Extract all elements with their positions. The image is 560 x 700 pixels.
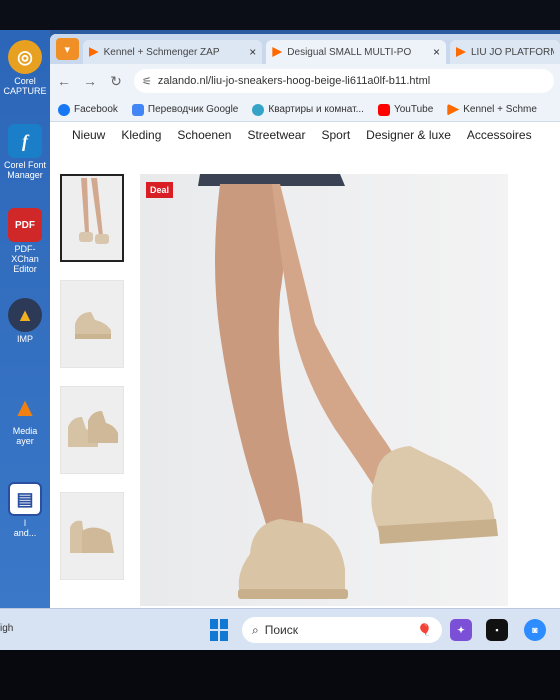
model-sneakers-image (198, 174, 498, 599)
tray-text-fragment: igh (0, 623, 14, 634)
desktop-icon-label: PDF-XChan Editor (11, 244, 39, 274)
reload-icon[interactable]: ↻ (108, 73, 124, 90)
vlc-icon: ▲ (12, 391, 38, 422)
desktop-icon-label: IMP (16, 334, 33, 344)
taskbar-search[interactable]: ⌕ Поиск 🎈 (242, 617, 442, 643)
deal-badge: Deal (146, 182, 174, 198)
desktop-icon-label: l and... (13, 518, 37, 538)
thumbnail-legs[interactable] (60, 174, 124, 262)
search-highlight-icon: 🎈 (417, 623, 432, 637)
tab-desigual[interactable]: Desigual SMALL MULTI-PO × (266, 40, 446, 64)
zalando-favicon-icon (447, 103, 460, 116)
desktop-icon-media-player[interactable]: ▲ Media ayer (2, 390, 48, 447)
pdf-icon: PDF (8, 208, 42, 242)
file-icon: ▤ (8, 482, 42, 516)
bookmark-apartments[interactable]: Квартиры и комнат... (252, 103, 364, 116)
nav-link-sport[interactable]: Sport (321, 128, 350, 142)
facebook-icon (58, 103, 70, 116)
bookmark-google-translate[interactable]: Переводчик Google (131, 103, 239, 116)
forward-icon[interactable]: → (82, 73, 98, 89)
close-icon[interactable]: × (249, 45, 256, 59)
nav-link-streetwear[interactable]: Streetwear (247, 128, 305, 142)
tab-liu-jo[interactable]: LIU JO PLATFORM - Sn (449, 40, 560, 64)
google-translate-icon (131, 103, 144, 116)
monitor-bezel-top (0, 0, 560, 34)
legs-thumbnail-image (79, 178, 109, 244)
zalando-favicon-icon (455, 47, 466, 57)
taskbar: igh ⌕ Поиск 🎈 ✦ ▪ ◙ (0, 608, 560, 650)
product-main-image[interactable]: Deal (140, 174, 508, 606)
bookmark-kennel[interactable]: Kennel + Schme (447, 103, 537, 116)
thumbnail-back[interactable] (60, 492, 124, 580)
apartments-site-icon (252, 103, 265, 116)
search-icon: ⌕ (252, 622, 259, 637)
nav-link-kleding[interactable]: Kleding (121, 128, 161, 142)
bookmark-facebook[interactable]: Facebook (58, 103, 118, 116)
bookmark-label: Переводчик Google (147, 104, 239, 115)
desktop-icon-pdf-editor[interactable]: PDF PDF-XChan Editor (2, 208, 48, 274)
sneaker-pair-image (68, 411, 118, 447)
monitor-bezel-bottom (0, 650, 560, 700)
zalando-favicon-icon (88, 47, 99, 57)
nav-link-accessoires[interactable]: Accessoires (467, 128, 532, 142)
sneaker-side-image (75, 312, 111, 339)
back-icon[interactable]: ← (56, 73, 72, 89)
tab-title: Desigual SMALL MULTI-PO (287, 46, 412, 58)
bookmark-label: Kennel + Schme (463, 104, 537, 115)
close-icon[interactable]: × (433, 45, 440, 59)
thumbnail-side[interactable] (60, 280, 124, 368)
address-bar[interactable]: ⚟ zalando.nl/liu-jo-sneakers-hoog-beige-… (134, 69, 554, 93)
gimp-icon: ▲ (8, 298, 42, 332)
font-manager-icon: f (8, 124, 42, 158)
tab-actions-button[interactable]: ▾ (56, 38, 79, 60)
tab-title: Kennel + Schmenger ZAP (103, 46, 220, 58)
bookmarks-bar: Facebook Переводчик Google Квартиры и ко… (50, 98, 560, 122)
desktop-icon-corel-capture[interactable]: ◎ Corel CAPTURE (2, 40, 48, 96)
site-settings-icon[interactable]: ⚟ (142, 75, 152, 88)
desktop-icons: ◎ Corel CAPTURE f Corel Font Manager PDF… (0, 30, 50, 615)
thumbnail-pair[interactable] (60, 386, 124, 474)
product-thumbnails (60, 174, 130, 598)
tab-title: LIU JO PLATFORM - Sn (470, 46, 554, 58)
tab-kennel[interactable]: Kennel + Schmenger ZAP × (82, 40, 263, 64)
category-nav: Nieuw Kleding Schoenen Streetwear Sport … (50, 122, 560, 148)
bookmark-label: Квартиры и комнат... (268, 104, 364, 115)
address-url: zalando.nl/liu-jo-sneakers-hoog-beige-li… (157, 75, 431, 87)
bookmark-label: YouTube (393, 104, 434, 115)
zalando-favicon-icon (272, 47, 283, 57)
copilot-icon[interactable]: ✦ (450, 619, 472, 641)
tab-bar: ▾ Kennel + Schmenger ZAP × Desigual SMAL… (50, 34, 560, 64)
nav-link-designer-luxe[interactable]: Designer & luxe (366, 128, 451, 142)
desktop-icon-font-manager[interactable]: f Corel Font Manager (2, 124, 48, 180)
bookmark-label: Facebook (74, 104, 118, 115)
desktop-icon-label: Media ayer (12, 426, 38, 446)
youtube-icon (377, 103, 390, 116)
windows-start-button[interactable] (208, 617, 230, 643)
search-placeholder: Поиск (264, 623, 298, 637)
bookmark-youtube[interactable]: YouTube (377, 103, 434, 116)
desktop-icon-label: Corel CAPTURE (3, 76, 47, 96)
browser-window: ▾ Kennel + Schmenger ZAP × Desigual SMAL… (50, 34, 560, 610)
desktop-icon-gimp[interactable]: ▲ IMP (2, 298, 48, 344)
desktop-icon-label: Corel Font Manager (3, 160, 47, 180)
nav-link-schoenen[interactable]: Schoenen (177, 128, 231, 142)
zoom-icon[interactable]: ◙ (524, 619, 546, 641)
browser-toolbar: ← → ↻ ⚟ zalando.nl/liu-jo-sneakers-hoog-… (50, 64, 560, 98)
sneaker-back-image (70, 520, 114, 553)
corel-capture-icon: ◎ (8, 40, 42, 74)
terminal-icon[interactable]: ▪ (486, 619, 508, 641)
nav-link-nieuw[interactable]: Nieuw (72, 128, 105, 142)
desktop-icon-file[interactable]: ▤ l and... (2, 482, 48, 538)
product-page: Nieuw Kleding Schoenen Streetwear Sport … (50, 122, 560, 610)
